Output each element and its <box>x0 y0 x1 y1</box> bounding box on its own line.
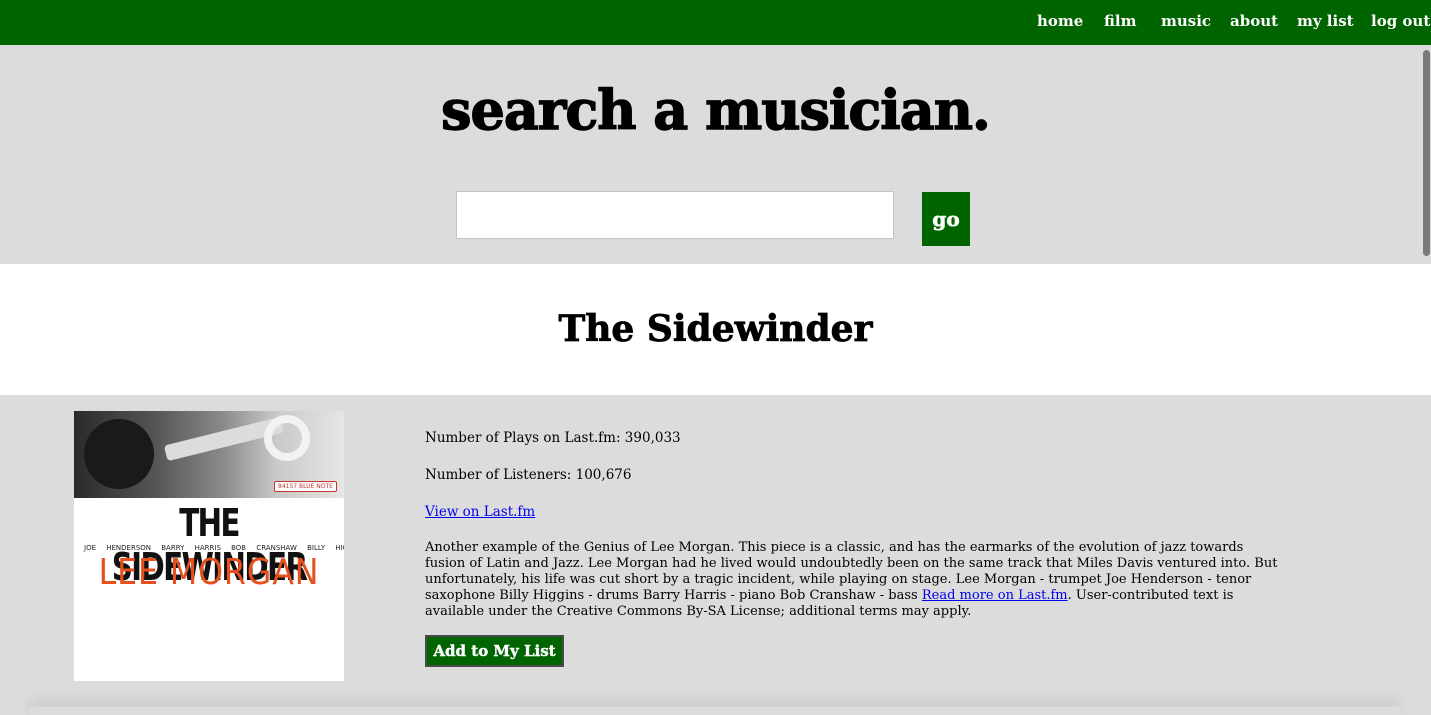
section-shadow <box>30 707 1401 715</box>
nav-link-about[interactable]: about <box>1230 11 1278 31</box>
album-cover-image: 84157 BLUE NOTE THE SIDEWINDER JOE HENDE… <box>74 411 344 681</box>
album-cover-artist: LEE MORGAN <box>98 552 320 593</box>
search-input[interactable] <box>456 191 894 239</box>
plays-count: Number of Plays on Last.fm: 390,033 <box>425 430 681 446</box>
view-on-lastfm-link[interactable]: View on Last.fm <box>425 504 535 520</box>
nav-link-music[interactable]: music <box>1161 11 1211 31</box>
photo-shape <box>84 419 154 489</box>
add-to-my-list-button[interactable]: Add to My List <box>425 635 564 667</box>
top-nav-bar: home film music about my list log out <box>0 0 1431 45</box>
blue-note-logo: 84157 BLUE NOTE <box>274 481 337 492</box>
search-section: search a musician. go <box>0 45 1431 264</box>
track-title-section: The Sidewinder <box>0 264 1431 395</box>
track-detail-section: 84157 BLUE NOTE THE SIDEWINDER JOE HENDE… <box>0 395 1431 715</box>
read-more-link[interactable]: Read more on Last.fm <box>922 588 1068 603</box>
track-info: Number of Plays on Last.fm: 390,033 Numb… <box>425 429 1285 639</box>
track-summary: Another example of the Genius of Lee Mor… <box>425 540 1285 620</box>
nav-link-my-list[interactable]: my list <box>1297 11 1354 31</box>
page-title: search a musician. <box>440 77 991 142</box>
photo-shape <box>264 415 310 461</box>
listeners-count: Number of Listeners: 100,676 <box>425 467 632 483</box>
go-button[interactable]: go <box>922 192 970 246</box>
nav-link-film[interactable]: film <box>1104 11 1136 31</box>
page-scrollbar[interactable] <box>1422 45 1431 715</box>
scrollbar-thumb[interactable] <box>1423 50 1430 256</box>
nav-link-log-out[interactable]: log out <box>1371 11 1430 31</box>
track-title: The Sidewinder <box>558 308 873 351</box>
nav-link-home[interactable]: home <box>1037 11 1083 31</box>
